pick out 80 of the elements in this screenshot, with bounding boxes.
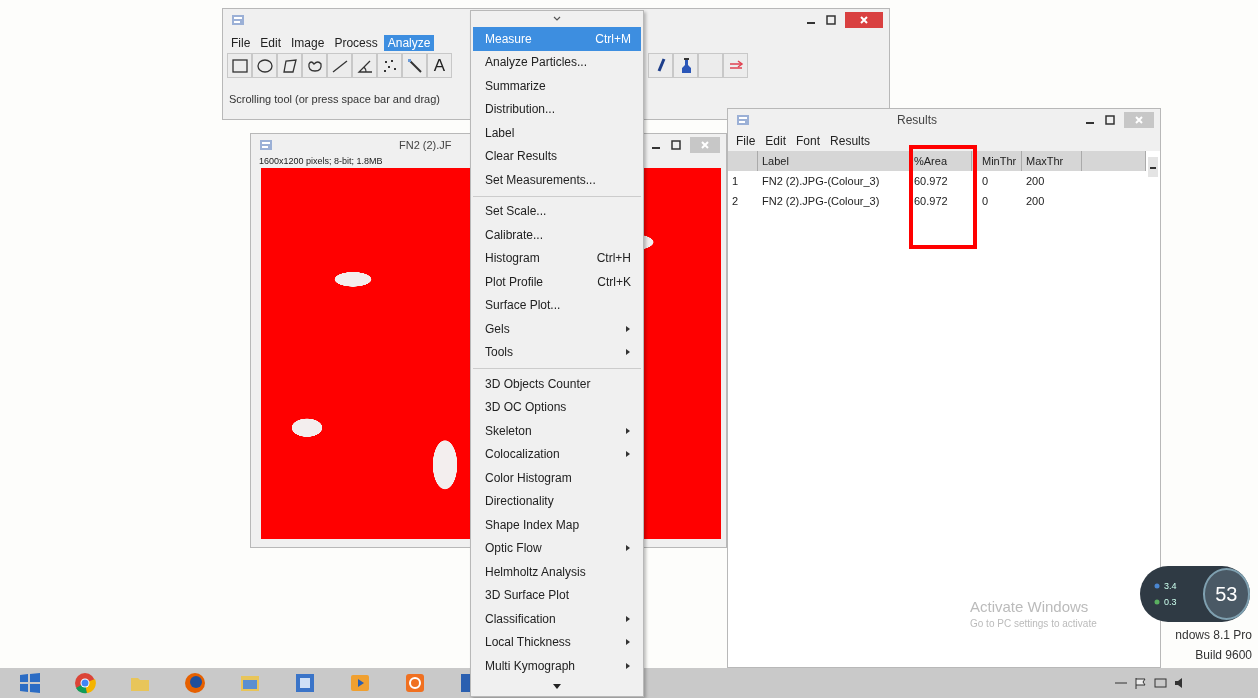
close-icon bbox=[859, 15, 869, 25]
menu-item[interactable]: Skeleton bbox=[473, 419, 641, 443]
menu-item[interactable]: Surface Plot... bbox=[473, 293, 641, 317]
menu-item[interactable]: Color Histogram bbox=[473, 466, 641, 490]
menu-item[interactable]: Calibrate... bbox=[473, 223, 641, 247]
menu-item[interactable]: Set Scale... bbox=[473, 199, 641, 223]
menu-item[interactable]: File bbox=[736, 134, 756, 148]
app-icon bbox=[231, 14, 245, 26]
menu-item[interactable]: Summarize bbox=[473, 74, 641, 98]
menu-item[interactable]: Results bbox=[830, 134, 871, 148]
menu-item[interactable]: Set Measurements... bbox=[473, 168, 641, 192]
menu-item[interactable]: Directionality bbox=[473, 489, 641, 513]
menu-item[interactable]: Label bbox=[473, 121, 641, 145]
menu-item[interactable]: Histogram Ctrl+H bbox=[473, 246, 641, 270]
table-cell-text: FN2 (2).JPG-(Colour_3) bbox=[761, 194, 881, 209]
start-icon[interactable] bbox=[18, 671, 42, 695]
activation-title: Activate Windows bbox=[970, 598, 1090, 615]
table-cell-text: FN2 (2).JPG-(Colour_3) bbox=[761, 174, 881, 189]
maximize-icon[interactable] bbox=[670, 139, 682, 151]
menu-item[interactable]: Classification bbox=[473, 607, 641, 631]
image-info-text: 1600x1200 pixels; 8-bit; 1.8MB bbox=[258, 156, 384, 168]
table-cell-text: 200 bbox=[1025, 194, 1046, 209]
app-icon[interactable] bbox=[183, 671, 207, 695]
table-cell-text: 60.972 bbox=[913, 194, 949, 209]
menu-item[interactable]: Tools bbox=[473, 340, 641, 364]
menu-item[interactable]: Shape Index Map bbox=[473, 513, 641, 537]
download-speed: 0.3 bbox=[1164, 597, 1177, 607]
close-icon bbox=[1134, 115, 1144, 125]
row-number: 1 bbox=[731, 174, 740, 189]
menu-item[interactable]: Image bbox=[287, 35, 329, 51]
app-icon[interactable] bbox=[403, 671, 427, 695]
status-text: Scrolling tool (or press space bar and drag) bbox=[229, 93, 440, 105]
menu-item[interactable]: Distribution... bbox=[473, 97, 641, 121]
scroll-bar[interactable] bbox=[1148, 157, 1158, 177]
column-header[interactable]: MinThr bbox=[972, 151, 1022, 171]
app-icon[interactable] bbox=[293, 671, 317, 695]
edition-text: ndows 8.1 Pro bbox=[1175, 628, 1252, 642]
menu-item[interactable]: Multi Kymograph bbox=[473, 654, 641, 678]
menu-item[interactable]: Clear Results bbox=[473, 144, 641, 168]
scroll-down-arrow-icon[interactable] bbox=[552, 681, 562, 690]
menu-item[interactable]: 3D OC Options bbox=[473, 395, 641, 419]
app-icon bbox=[736, 114, 750, 126]
app-icon[interactable] bbox=[73, 671, 97, 695]
menu-item[interactable]: Colocalization bbox=[473, 442, 641, 466]
flag-icon[interactable] bbox=[1134, 677, 1148, 689]
table-cell-text: 0 bbox=[981, 194, 990, 209]
close-icon bbox=[700, 140, 710, 150]
menu-item[interactable]: Edit bbox=[256, 35, 286, 51]
close-button[interactable] bbox=[845, 12, 883, 28]
menu-item[interactable]: 3D Objects Counter bbox=[473, 372, 641, 396]
menu-item[interactable]: Local Thickness bbox=[473, 630, 641, 654]
menu-item[interactable]: Helmholtz Analysis bbox=[473, 560, 641, 584]
table-cell-text: 0 bbox=[981, 174, 990, 189]
column-header[interactable]: %Area bbox=[910, 151, 972, 171]
column-header[interactable]: MaxThr bbox=[1022, 151, 1082, 171]
monitor-icon[interactable] bbox=[1154, 677, 1168, 689]
menu-item[interactable]: 3D Surface Plot bbox=[473, 583, 641, 607]
menu-item[interactable]: Gels bbox=[473, 317, 641, 341]
dot-icon bbox=[1154, 583, 1160, 589]
upload-speed: 3.4 bbox=[1164, 581, 1177, 591]
menu-item[interactable]: Analyze Particles... bbox=[473, 50, 641, 74]
menu-item[interactable]: Edit bbox=[765, 134, 787, 148]
maximize-icon[interactable] bbox=[825, 14, 837, 26]
menu-item[interactable]: Font bbox=[796, 134, 821, 148]
dot-icon bbox=[1154, 599, 1160, 605]
window-title: Results bbox=[896, 113, 938, 127]
usage-percent: 53 bbox=[1215, 582, 1238, 606]
app-icon bbox=[259, 139, 273, 151]
maximize-icon[interactable] bbox=[1104, 114, 1116, 126]
menu-item[interactable]: File bbox=[227, 35, 255, 51]
menu-item[interactable]: Plot Profile Ctrl+K bbox=[473, 270, 641, 294]
menu-item[interactable]: Process bbox=[330, 35, 382, 51]
column-header[interactable]: Label bbox=[758, 151, 910, 171]
table-cell-text: 60.972 bbox=[913, 174, 949, 189]
activation-text: Go to PC settings to activate bbox=[970, 618, 1097, 629]
menu-item[interactable]: Optic Flow bbox=[473, 536, 641, 560]
window-title: FN2 (2).JF bbox=[399, 139, 452, 151]
row-number: 2 bbox=[731, 194, 740, 209]
table-cell-text: 200 bbox=[1025, 174, 1046, 189]
edition-text: Build 9600 bbox=[1195, 648, 1252, 662]
